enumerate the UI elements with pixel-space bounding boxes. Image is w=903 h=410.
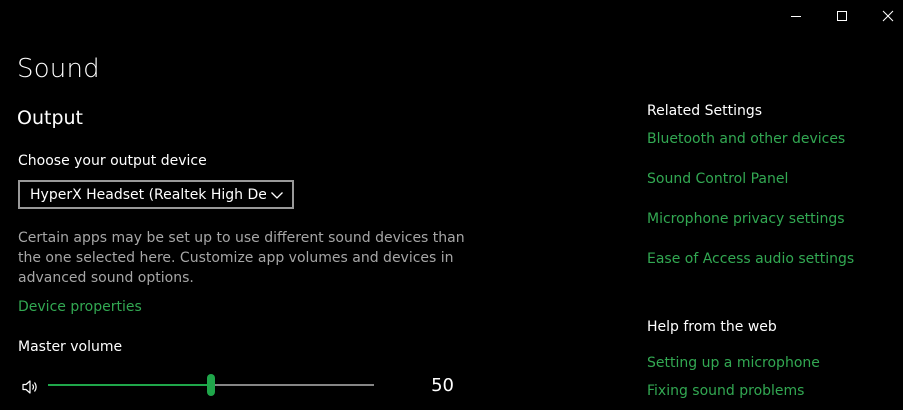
output-device-dropdown[interactable]: HyperX Headset (Realtek High De... [18, 180, 294, 209]
settings-window: Sound Output Choose your output device H… [0, 0, 903, 410]
output-description: Certain apps may be set up to use differ… [18, 230, 465, 286]
maximize-icon [837, 11, 847, 21]
page-title: Sound [17, 54, 100, 84]
related-settings-heading: Related Settings [647, 103, 763, 119]
close-icon [882, 10, 894, 22]
volume-slider-fill [48, 384, 211, 386]
help-link-fixing-sound[interactable]: Fixing sound problems [647, 383, 804, 399]
master-volume-label: Master volume [18, 339, 123, 355]
minimize-button[interactable] [773, 0, 819, 32]
output-device-value: HyperX Headset (Realtek High De... [30, 186, 266, 203]
close-button[interactable] [865, 0, 903, 32]
choose-output-label: Choose your output device [18, 153, 207, 169]
chevron-down-icon [271, 192, 283, 199]
master-volume-slider[interactable] [48, 374, 374, 396]
volume-slider-thumb[interactable] [207, 374, 215, 396]
maximize-button[interactable] [819, 0, 865, 32]
speaker-icon[interactable] [20, 377, 40, 397]
output-section-title: Output [17, 107, 83, 129]
device-properties-link[interactable]: Device properties [18, 299, 142, 315]
related-link-bluetooth[interactable]: Bluetooth and other devices [647, 131, 845, 147]
related-link-ease-of-access-audio[interactable]: Ease of Access audio settings [647, 251, 854, 267]
help-from-web-heading: Help from the web [647, 319, 777, 335]
minimize-icon [791, 16, 801, 17]
help-link-microphone[interactable]: Setting up a microphone [647, 355, 820, 371]
related-link-microphone-privacy[interactable]: Microphone privacy settings [647, 211, 845, 227]
volume-value: 50 [431, 375, 454, 396]
related-link-sound-control-panel[interactable]: Sound Control Panel [647, 171, 788, 187]
